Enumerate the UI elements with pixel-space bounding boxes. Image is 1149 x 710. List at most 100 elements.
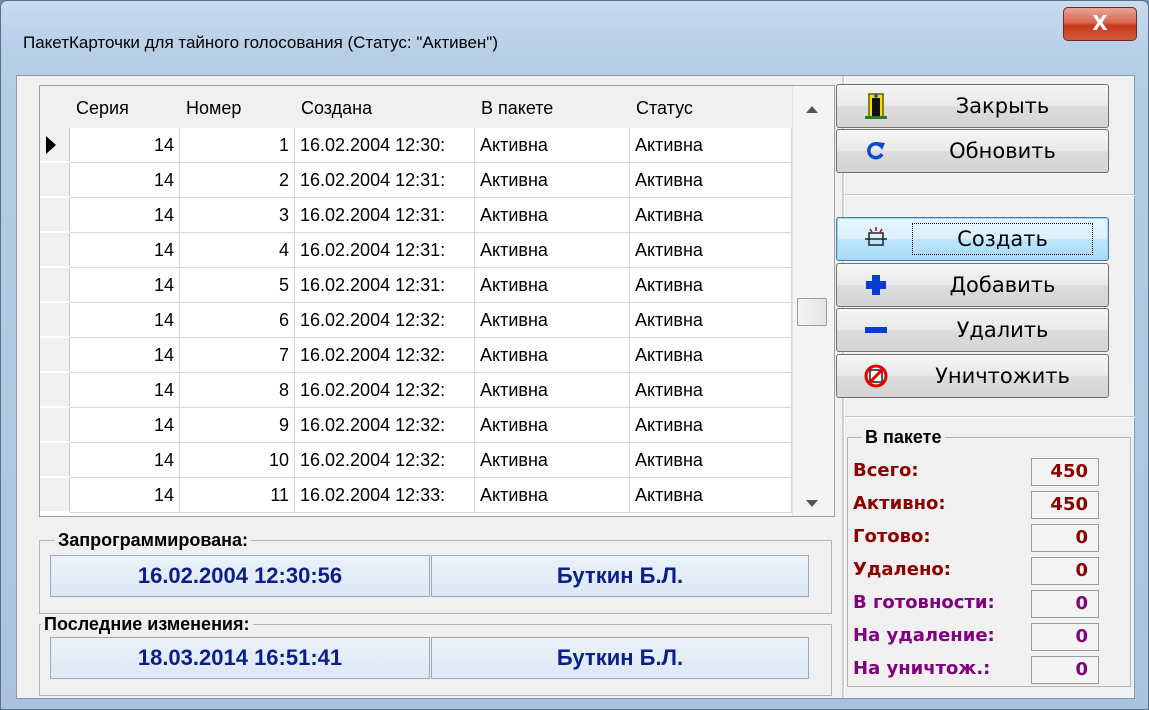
cell-status[interactable]: Активна: [630, 268, 792, 303]
row-indicator[interactable]: [40, 233, 70, 267]
scroll-up-arrow-icon[interactable]: [806, 106, 818, 113]
column-header-created[interactable]: Создана: [295, 86, 475, 128]
cell-number[interactable]: 6: [180, 303, 295, 338]
cell-status[interactable]: Активна: [630, 373, 792, 408]
close-button[interactable]: Закрыть: [836, 84, 1109, 128]
table-row[interactable]: 14 5 16.02.2004 12:31: Активна Активна: [40, 268, 792, 303]
cell-number[interactable]: 1: [180, 128, 295, 163]
row-indicator[interactable]: [40, 408, 70, 442]
cell-in-package[interactable]: Активна: [475, 198, 630, 233]
cell-series[interactable]: 14: [70, 233, 180, 268]
row-indicator[interactable]: [40, 443, 70, 477]
cell-series[interactable]: 14: [70, 408, 180, 443]
row-indicator[interactable]: [40, 128, 70, 162]
cell-in-package[interactable]: Активна: [475, 373, 630, 408]
cell-status[interactable]: Активна: [630, 443, 792, 478]
cell-in-package[interactable]: Активна: [475, 303, 630, 338]
cards-grid[interactable]: Серия Номер Создана В пакете Статус 14 1 1…: [39, 85, 835, 517]
cell-in-package[interactable]: Активна: [475, 163, 630, 198]
cell-series[interactable]: 14: [70, 443, 180, 478]
row-indicator[interactable]: [40, 268, 70, 302]
prohibited-icon: [864, 364, 888, 388]
table-row[interactable]: 14 2 16.02.2004 12:31: Активна Активна: [40, 163, 792, 198]
cell-status[interactable]: Активна: [630, 163, 792, 198]
cell-created[interactable]: 16.02.2004 12:31:: [295, 233, 475, 268]
table-row[interactable]: 14 8 16.02.2004 12:32: Активна Активна: [40, 373, 792, 408]
current-row-arrow-icon: [46, 136, 56, 154]
column-header-in-package[interactable]: В пакете: [475, 86, 630, 128]
cell-created[interactable]: 16.02.2004 12:32:: [295, 443, 475, 478]
grid-header: Серия Номер Создана В пакете Статус: [40, 86, 792, 128]
cell-created[interactable]: 16.02.2004 12:31:: [295, 163, 475, 198]
cell-number[interactable]: 5: [180, 268, 295, 303]
table-row[interactable]: 14 6 16.02.2004 12:32: Активна Активна: [40, 303, 792, 338]
row-indicator[interactable]: [40, 163, 70, 197]
cell-created[interactable]: 16.02.2004 12:32:: [295, 338, 475, 373]
cell-created[interactable]: 16.02.2004 12:32:: [295, 408, 475, 443]
cell-in-package[interactable]: Активна: [475, 408, 630, 443]
row-indicator[interactable]: [40, 373, 70, 407]
cell-in-package[interactable]: Активна: [475, 268, 630, 303]
vertical-scrollbar[interactable]: [792, 86, 834, 516]
cell-status[interactable]: Активна: [630, 338, 792, 373]
cell-status[interactable]: Активна: [630, 408, 792, 443]
cell-status[interactable]: Активна: [630, 478, 792, 513]
row-indicator[interactable]: [40, 338, 70, 372]
cell-number[interactable]: 10: [180, 443, 295, 478]
refresh-button[interactable]: Обновить: [836, 129, 1109, 173]
cell-series[interactable]: 14: [70, 303, 180, 338]
row-indicator[interactable]: [40, 303, 70, 337]
cell-series[interactable]: 14: [70, 198, 180, 233]
add-button[interactable]: Добавить: [836, 263, 1109, 307]
cell-number[interactable]: 3: [180, 198, 295, 233]
cell-number[interactable]: 8: [180, 373, 295, 408]
destroy-button[interactable]: Уничтожить: [836, 354, 1109, 398]
stat-label: Удалено:: [853, 559, 951, 580]
cell-status[interactable]: Активна: [630, 198, 792, 233]
cell-in-package[interactable]: Активна: [475, 478, 630, 513]
column-header-series[interactable]: Серия: [70, 86, 180, 128]
cell-number[interactable]: 4: [180, 233, 295, 268]
cell-in-package[interactable]: Активна: [475, 443, 630, 478]
cell-status[interactable]: Активна: [630, 233, 792, 268]
title-bar[interactable]: ПакетКарточки для тайного голосования (С…: [1, 1, 1149, 52]
cell-created[interactable]: 16.02.2004 12:31:: [295, 198, 475, 233]
cell-number[interactable]: 9: [180, 408, 295, 443]
cell-in-package[interactable]: Активна: [475, 233, 630, 268]
cell-series[interactable]: 14: [70, 338, 180, 373]
cell-series[interactable]: 14: [70, 478, 180, 513]
create-button[interactable]: Создать: [836, 217, 1109, 261]
scroll-down-arrow-icon[interactable]: [806, 500, 818, 507]
table-row[interactable]: 14 4 16.02.2004 12:31: Активна Активна: [40, 233, 792, 268]
column-header-status[interactable]: Статус: [630, 86, 792, 128]
cell-in-package[interactable]: Активна: [475, 128, 630, 163]
cell-series[interactable]: 14: [70, 373, 180, 408]
column-header-number[interactable]: Номер: [180, 86, 295, 128]
table-row[interactable]: 14 11 16.02.2004 12:33: Активна Активна: [40, 478, 792, 513]
table-row[interactable]: 14 7 16.02.2004 12:32: Активна Активна: [40, 338, 792, 373]
cell-created[interactable]: 16.02.2004 12:32:: [295, 373, 475, 408]
cell-created[interactable]: 16.02.2004 12:31:: [295, 268, 475, 303]
cell-number[interactable]: 11: [180, 478, 295, 513]
remove-button[interactable]: Удалить: [836, 308, 1109, 352]
cell-number[interactable]: 7: [180, 338, 295, 373]
cell-number[interactable]: 2: [180, 163, 295, 198]
row-indicator[interactable]: [40, 198, 70, 232]
cell-series[interactable]: 14: [70, 268, 180, 303]
table-row[interactable]: 14 9 16.02.2004 12:32: Активна Активна: [40, 408, 792, 443]
cell-status[interactable]: Активна: [630, 303, 792, 338]
cell-created[interactable]: 16.02.2004 12:33:: [295, 478, 475, 513]
row-indicator[interactable]: [40, 478, 70, 512]
table-row[interactable]: 14 1 16.02.2004 12:30: Активна Активна: [40, 128, 792, 163]
cell-series[interactable]: 14: [70, 128, 180, 163]
cell-status[interactable]: Активна: [630, 128, 792, 163]
scroll-thumb[interactable]: [797, 298, 827, 326]
table-row[interactable]: 14 10 16.02.2004 12:32: Активна Активна: [40, 443, 792, 478]
close-window-button[interactable]: X: [1063, 7, 1137, 41]
cell-created[interactable]: 16.02.2004 12:30:: [295, 128, 475, 163]
cell-in-package[interactable]: Активна: [475, 338, 630, 373]
cell-created[interactable]: 16.02.2004 12:32:: [295, 303, 475, 338]
stat-label: Готово:: [853, 526, 931, 547]
table-row[interactable]: 14 3 16.02.2004 12:31: Активна Активна: [40, 198, 792, 233]
cell-series[interactable]: 14: [70, 163, 180, 198]
